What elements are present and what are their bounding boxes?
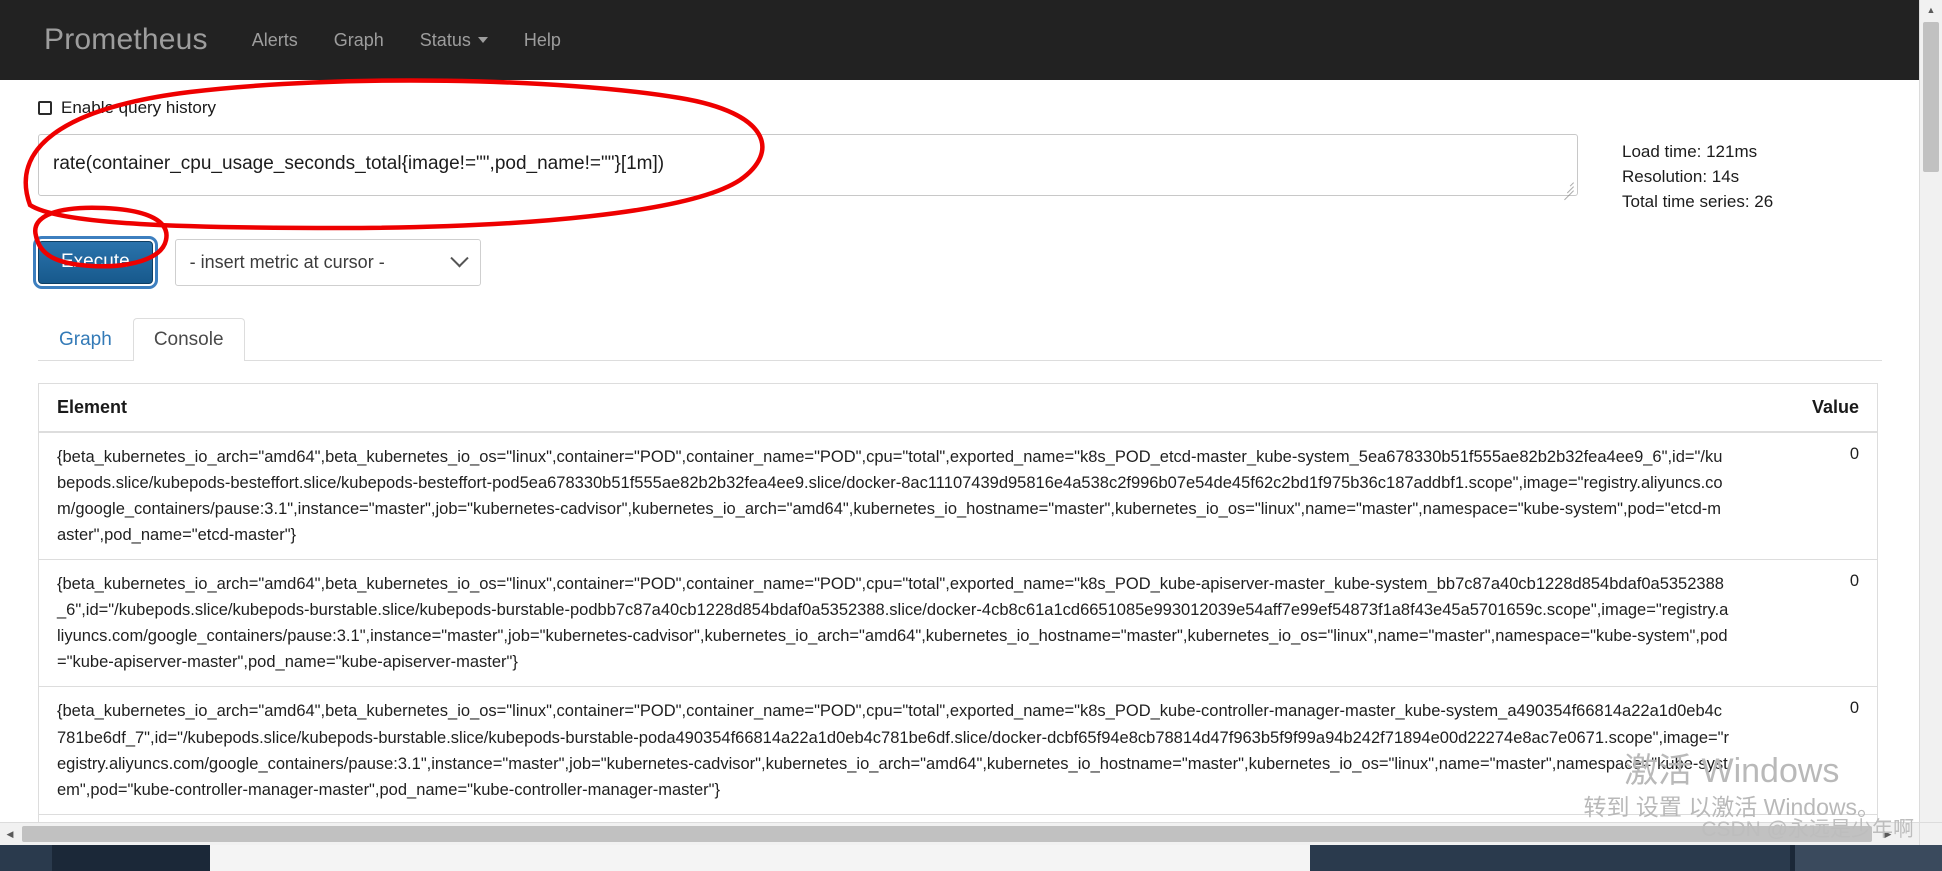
scroll-left-arrow-icon[interactable]: ◀ bbox=[0, 823, 20, 845]
browser-page: Prometheus Alerts Graph Status Help Enab… bbox=[0, 0, 1920, 845]
nav-item-alerts[interactable]: Alerts bbox=[252, 30, 298, 51]
column-header-value: Value bbox=[1811, 396, 1859, 417]
row-element-0: {beta_kubernetes_io_arch="amd64",beta_ku… bbox=[57, 447, 1723, 545]
vertical-scrollbar-thumb[interactable] bbox=[1923, 22, 1939, 172]
stat-load-time: Load time: 121ms bbox=[1622, 142, 1758, 161]
main-container: Enable query history rate(container_cpu_… bbox=[0, 98, 1920, 845]
taskbar[interactable] bbox=[0, 845, 1942, 871]
screenshot-root: Prometheus Alerts Graph Status Help Enab… bbox=[0, 0, 1942, 871]
nav-item-help-label: Help bbox=[523, 29, 561, 50]
result-tabs: Graph Console bbox=[38, 314, 1882, 361]
results-table: Element Value {beta_kubernetes_io_arch="… bbox=[38, 382, 1878, 845]
tab-graph[interactable]: Graph bbox=[38, 318, 133, 361]
scroll-right-arrow-icon[interactable]: ▶ bbox=[1878, 823, 1898, 845]
results-table-header: Element Value bbox=[39, 384, 1877, 433]
nav-item-alerts-label: Alerts bbox=[251, 29, 298, 50]
navbar: Prometheus Alerts Graph Status Help bbox=[0, 0, 1920, 80]
scrollbar-corner bbox=[1919, 822, 1942, 845]
enable-query-history-row[interactable]: Enable query history bbox=[38, 98, 1882, 118]
taskbar-segment[interactable] bbox=[210, 845, 1310, 871]
insert-metric-select-value: - insert metric at cursor - bbox=[189, 251, 385, 272]
nav-item-status[interactable]: Status bbox=[420, 30, 488, 51]
chevron-down-icon bbox=[477, 37, 488, 43]
query-stats-panel: Load time: 121ms Resolution: 14s Total t… bbox=[1622, 134, 1773, 215]
vertical-scrollbar[interactable]: ▲ ▼ bbox=[1919, 0, 1942, 845]
execute-button[interactable]: Execute bbox=[33, 235, 158, 289]
taskbar-segment[interactable] bbox=[1795, 845, 1942, 871]
horizontal-scrollbar-thumb[interactable] bbox=[22, 826, 1872, 842]
row-value-1: 0 bbox=[1849, 572, 1859, 591]
textarea-resize-handle-icon[interactable] bbox=[1560, 178, 1574, 201]
insert-metric-select[interactable]: - insert metric at cursor - bbox=[174, 238, 481, 286]
brand-prometheus[interactable]: Prometheus bbox=[44, 23, 208, 57]
taskbar-segment[interactable] bbox=[1310, 845, 1790, 871]
nav-item-help[interactable]: Help bbox=[524, 30, 561, 51]
query-expression-value: rate(container_cpu_usage_seconds_total{i… bbox=[53, 153, 665, 174]
controls-row: Execute - insert metric at cursor - bbox=[33, 235, 1882, 289]
stat-total-time-series: Total time series: 26 bbox=[1622, 191, 1774, 211]
row-value-0: 0 bbox=[1849, 444, 1859, 463]
chevron-down-icon bbox=[449, 249, 469, 268]
row-element-2: {beta_kubernetes_io_arch="amd64",beta_ku… bbox=[57, 702, 1730, 799]
nav-item-status-label: Status bbox=[419, 29, 471, 50]
query-row: rate(container_cpu_usage_seconds_total{i… bbox=[38, 134, 1882, 215]
tab-console[interactable]: Console bbox=[132, 317, 245, 361]
taskbar-segment[interactable] bbox=[0, 845, 52, 871]
enable-query-history-checkbox[interactable] bbox=[38, 101, 52, 115]
nav-item-graph[interactable]: Graph bbox=[334, 30, 384, 51]
stat-resolution: Resolution: 14s bbox=[1622, 166, 1740, 186]
nav-item-graph-label: Graph bbox=[333, 29, 384, 50]
horizontal-scrollbar[interactable]: ◀ ▶ bbox=[0, 822, 1920, 845]
table-row[interactable]: {beta_kubernetes_io_arch="amd64",beta_ku… bbox=[39, 433, 1877, 561]
column-header-element: Element bbox=[57, 396, 128, 417]
table-row[interactable]: {beta_kubernetes_io_arch="amd64",beta_ku… bbox=[39, 560, 1877, 688]
scroll-up-arrow-icon[interactable]: ▲ bbox=[1920, 0, 1942, 20]
query-expression-input[interactable]: rate(container_cpu_usage_seconds_total{i… bbox=[38, 134, 1578, 201]
row-value-2: 0 bbox=[1849, 699, 1859, 718]
row-element-1: {beta_kubernetes_io_arch="amd64",beta_ku… bbox=[57, 575, 1729, 672]
enable-query-history-label: Enable query history bbox=[61, 98, 216, 117]
table-row[interactable]: {beta_kubernetes_io_arch="amd64",beta_ku… bbox=[39, 687, 1877, 815]
